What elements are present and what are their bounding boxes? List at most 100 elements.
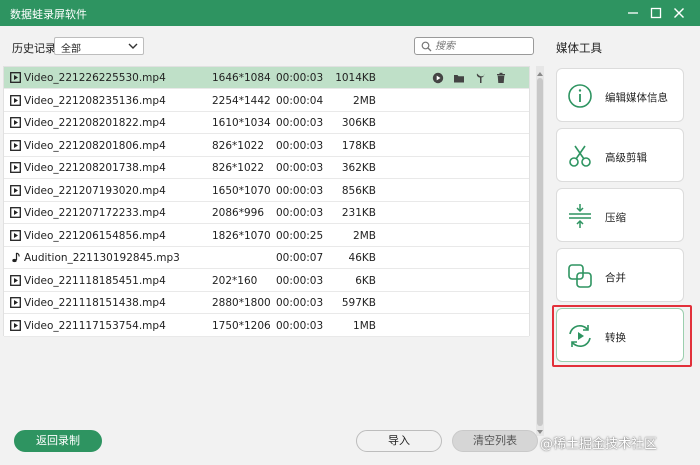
history-panel: 历史记录 全部 Video_221226225530.mp4 1646*1084 0… [0, 26, 546, 465]
minimize-button[interactable] [624, 4, 642, 22]
video-file-icon [10, 117, 21, 131]
history-label: 历史记录 [12, 42, 56, 55]
video-file-icon [10, 274, 21, 289]
file-duration: 00:00:25 [276, 229, 324, 242]
tool-label: 压缩 [605, 212, 626, 224]
tool-merge[interactable]: 合并 [556, 248, 684, 302]
window-title: 数据蛙录屏软件 [10, 8, 87, 21]
minimize-icon [628, 12, 638, 14]
file-row[interactable]: Video_221118185451.mp4 202*160 00:00:03 6KB [4, 269, 529, 292]
file-row[interactable]: Video_221208201806.mp4 826*1022 00:00:03 17… [4, 134, 529, 157]
file-name: Video_221117153754.mp4 [24, 319, 166, 332]
file-row[interactable]: Video_221226225530.mp4 1646*1084 00:00:03 1… [4, 67, 529, 89]
file-resolution: 202*160 [212, 274, 258, 287]
file-resolution: 1826*1070 [212, 229, 271, 242]
file-resolution: 1610*1034 [212, 117, 271, 129]
file-name: Video_221118185451.mp4 [24, 274, 166, 287]
file-size: 306KB [341, 117, 376, 129]
file-size: 231KB [341, 207, 376, 219]
file-size: 1014KB [335, 72, 376, 84]
file-resolution: 826*1022 [212, 162, 265, 174]
watermark: @稀土掘金技术社区 [540, 437, 658, 452]
file-row[interactable]: Video_221207172233.mp4 2086*996 00:00:03 23… [4, 202, 529, 224]
file-duration: 00:00:04 [276, 94, 324, 107]
search-input[interactable] [435, 39, 529, 53]
file-size: 2MB [353, 229, 376, 242]
title-bar: 数据蛙录屏软件 [0, 0, 700, 26]
file-size: 856KB [341, 184, 376, 197]
file-row[interactable]: Video_221118151438.mp4 2880*1800 00:00:03 5… [4, 292, 529, 314]
file-row[interactable]: Video_221206154856.mp4 1826*1070 00:00:25 2… [4, 224, 529, 247]
file-row[interactable]: Video_221208235136.mp4 2254*1442 00:00:04 2… [4, 89, 529, 112]
tools-icon[interactable] [474, 72, 486, 87]
file-duration: 00:00:03 [276, 184, 324, 197]
scroll-up-arrow[interactable] [536, 68, 544, 76]
file-resolution: 1750*1206 [212, 319, 271, 332]
history-filter-select[interactable]: 全部 [54, 37, 144, 55]
file-duration: 00:00:03 [276, 319, 324, 332]
video-file-icon [10, 297, 21, 311]
file-name: Video_221118151438.mp4 [24, 297, 166, 309]
file-name: Video_221207193020.mp4 [24, 184, 166, 197]
play-icon[interactable] [432, 72, 444, 87]
file-name: Video_221208201822.mp4 [24, 117, 166, 129]
file-resolution: 1646*1084 [212, 72, 271, 84]
file-name: Video_221226225530.mp4 [24, 72, 166, 84]
tool-label: 编辑媒体信息 [605, 92, 668, 104]
file-name: Video_221208235136.mp4 [24, 94, 166, 107]
file-resolution: 2086*996 [212, 207, 265, 219]
clear-list-button[interactable]: 清空列表 [452, 430, 538, 452]
tool-advanced-cut[interactable]: 高级剪辑 [556, 128, 684, 182]
tool-edit-media-info[interactable]: 编辑媒体信息 [556, 68, 684, 122]
video-file-icon [10, 72, 21, 86]
video-file-icon [10, 184, 21, 199]
scrollbar-thumb[interactable] [537, 78, 543, 426]
maximize-button[interactable] [647, 4, 665, 22]
file-row[interactable]: Video_221208201738.mp4 826*1022 00:00:03 36… [4, 157, 529, 179]
file-resolution: 2880*1800 [212, 297, 271, 309]
compress-icon [566, 202, 594, 233]
video-file-icon [10, 319, 21, 334]
file-row[interactable]: Video_221207193020.mp4 1650*1070 00:00:03 8… [4, 179, 529, 202]
file-name: Video_221206154856.mp4 [24, 229, 166, 242]
trash-icon[interactable] [495, 72, 507, 87]
file-size: 6KB [355, 274, 376, 287]
video-file-icon [10, 229, 21, 244]
highlight-box [552, 305, 692, 367]
tool-label: 合并 [605, 272, 626, 284]
file-row[interactable]: Video_221117153754.mp4 1750*1206 00:00:03 1… [4, 314, 529, 337]
video-file-icon [10, 162, 21, 176]
filter-bar: 历史记录 全部 [0, 26, 546, 66]
chevron-down-icon [127, 41, 139, 54]
merge-icon [566, 262, 594, 293]
file-name: Video_221208201738.mp4 [24, 162, 166, 174]
folder-icon[interactable] [453, 72, 465, 87]
file-name: Video_221207172233.mp4 [24, 207, 166, 219]
video-file-icon [10, 94, 21, 109]
search-box[interactable] [414, 37, 534, 55]
close-button[interactable] [670, 4, 688, 22]
file-resolution: 2254*1442 [212, 94, 271, 107]
sidebar-title: 媒体工具 [556, 41, 602, 55]
search-icon [421, 41, 432, 55]
file-duration: 00:00:03 [276, 162, 324, 174]
close-icon [674, 8, 684, 18]
file-duration: 00:00:03 [276, 117, 324, 129]
video-file-icon [10, 207, 21, 221]
file-size: 597KB [341, 297, 376, 309]
import-button[interactable]: 导入 [356, 430, 442, 452]
file-row[interactable]: Video_221208201822.mp4 1610*1034 00:00:03 3… [4, 112, 529, 134]
audio-file-icon [10, 252, 21, 266]
file-duration: 00:00:03 [276, 72, 324, 84]
tool-compress[interactable]: 压缩 [556, 188, 684, 242]
file-size: 362KB [341, 162, 376, 174]
filter-selected-value: 全部 [61, 44, 81, 55]
back-to-recording-button[interactable]: 返回录制 [14, 430, 102, 452]
file-duration: 00:00:03 [276, 139, 324, 152]
file-size: 178KB [341, 139, 376, 152]
tool-label: 高级剪辑 [605, 152, 647, 164]
file-size: 2MB [353, 94, 376, 107]
file-row[interactable]: Audition_221130192845.mp3 00:00:07 46KB [4, 247, 529, 269]
video-file-icon [10, 139, 21, 154]
info-icon [566, 82, 594, 113]
